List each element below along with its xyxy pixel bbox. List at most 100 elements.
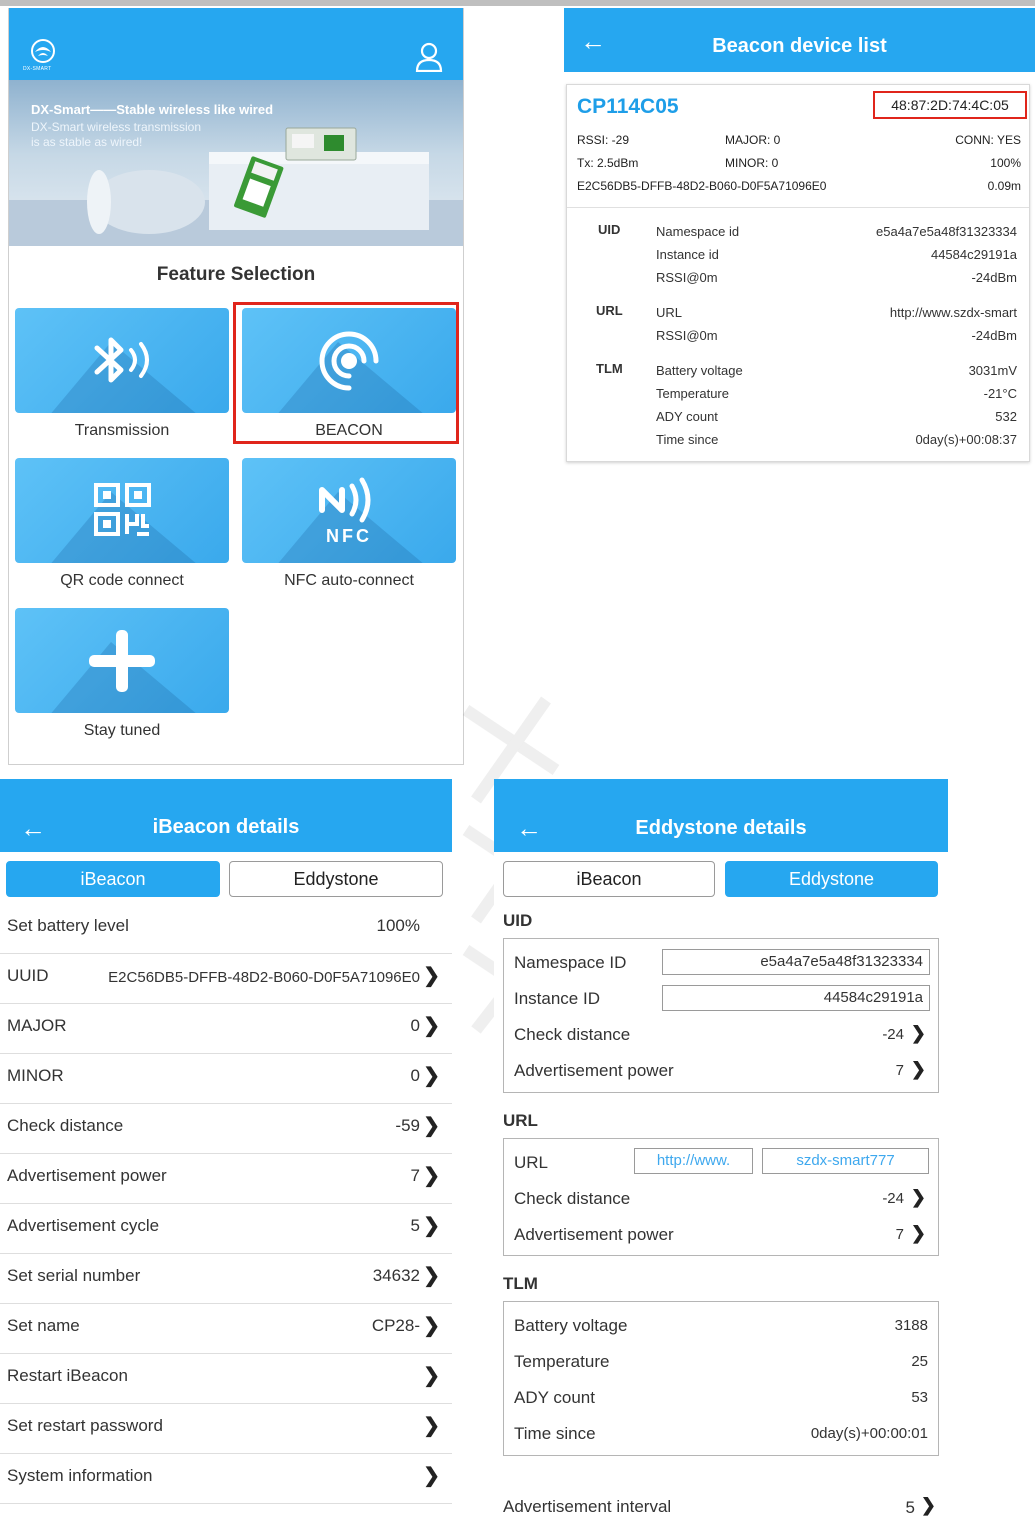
restart-ibeacon-row[interactable]: Restart iBeacon ❯ bbox=[0, 1353, 452, 1404]
device-card[interactable]: CP114C05 48:87:2D:74:4C:05 RSSI: -29 MAJ… bbox=[566, 84, 1030, 462]
device-list-header: ← Beacon device list bbox=[564, 8, 1035, 72]
app-header: DX-SMART bbox=[9, 8, 463, 80]
ady-count-label: ADY count bbox=[514, 1388, 595, 1407]
chevron-right-icon: ❯ bbox=[423, 965, 440, 987]
chevron-right-icon: ❯ bbox=[423, 1215, 440, 1237]
chevron-right-icon: ❯ bbox=[423, 1065, 440, 1087]
tab-eddystone[interactable]: Eddystone bbox=[229, 861, 443, 897]
nfc-auto-connect-tile[interactable]: NFC bbox=[242, 458, 456, 563]
nfc-icon-text: NFC bbox=[326, 526, 372, 546]
uid-section-box: Namespace ID e5a4a7e5a48f31323334 Instan… bbox=[503, 938, 939, 1093]
namespace-id-label: Namespace ID bbox=[514, 953, 627, 972]
row-value: 7 bbox=[410, 1166, 420, 1185]
url-section-label: URL bbox=[596, 303, 623, 318]
tlm-section-label: TLM bbox=[596, 361, 623, 376]
major-row[interactable]: MAJOR 0 ❯ bbox=[0, 1003, 452, 1054]
battery-level-row[interactable]: Set battery level 100% bbox=[0, 903, 452, 954]
stay-tuned-tile[interactable] bbox=[15, 608, 229, 713]
beacon-device-list-screen: ← Beacon device list CP114C05 48:87:2D:7… bbox=[564, 8, 1035, 463]
eddystone-title: Eddystone details bbox=[635, 817, 807, 839]
device-mac-address: 48:87:2D:74:4C:05 bbox=[873, 91, 1027, 119]
restart-password-row[interactable]: Set restart password ❯ bbox=[0, 1403, 452, 1454]
check-distance-value[interactable]: -24 bbox=[882, 1190, 904, 1207]
url-value: http://www.szdx-smart bbox=[889, 305, 1017, 320]
uuid-row[interactable]: UUID E2C56DB5-DFFB-48D2-B060-D0F5A71096E… bbox=[0, 953, 452, 1004]
qr-code-connect-tile[interactable] bbox=[15, 458, 229, 563]
tab-eddystone[interactable]: Eddystone bbox=[725, 861, 938, 897]
chevron-right-icon: ❯ bbox=[423, 1365, 440, 1387]
tlm-temperature-label: Temperature bbox=[656, 386, 729, 401]
row-value: E2C56DB5-DFFB-48D2-B060-D0F5A71096E0 bbox=[108, 969, 420, 986]
feature-selection-title: Feature Selection bbox=[156, 264, 316, 285]
row-label: Restart iBeacon bbox=[7, 1366, 128, 1385]
advertisement-power-value[interactable]: 7 bbox=[896, 1062, 904, 1079]
uid-rssi-value: -24dBm bbox=[971, 270, 1017, 285]
tlm-battery-value: 3031mV bbox=[968, 363, 1017, 378]
temperature-value: 25 bbox=[911, 1353, 928, 1370]
eddystone-header: ← Eddystone details bbox=[494, 779, 948, 852]
url-rssi-label: RSSI@0m bbox=[656, 328, 718, 343]
instance-id-label: Instance ID bbox=[514, 989, 600, 1008]
advertisement-power-row[interactable]: Advertisement power 7 ❯ bbox=[0, 1153, 452, 1204]
device-distance: 0.09m bbox=[987, 179, 1021, 193]
tab-ibeacon[interactable]: iBeacon bbox=[6, 861, 220, 897]
url-suffix-input[interactable]: szdx-smart777 bbox=[762, 1148, 929, 1174]
battery-voltage-value: 3188 bbox=[894, 1317, 928, 1334]
feature-selection-screen: DX-SMART DX-Smart——Stable wireless like … bbox=[8, 8, 464, 765]
chevron-right-icon[interactable]: ❯ bbox=[911, 1223, 926, 1244]
url-prefix-select[interactable]: http://www. bbox=[634, 1148, 753, 1174]
chevron-right-icon[interactable]: ❯ bbox=[921, 1495, 936, 1516]
transmission-label: Transmission bbox=[74, 422, 170, 439]
check-distance-value[interactable]: -24 bbox=[882, 1026, 904, 1043]
row-label: System information bbox=[7, 1466, 153, 1485]
tlm-battery-label: Battery voltage bbox=[656, 363, 743, 378]
url-section-title: URL bbox=[503, 1111, 538, 1130]
check-distance-row[interactable]: Check distance -59 ❯ bbox=[0, 1103, 452, 1154]
uid-namespace-value: e5a4a7e5a48f31323334 bbox=[876, 224, 1017, 239]
advertisement-cycle-row[interactable]: Advertisement cycle 5 ❯ bbox=[0, 1203, 452, 1254]
row-value: 0 bbox=[410, 1066, 420, 1085]
tlm-ady-count-value: 532 bbox=[995, 409, 1017, 424]
uid-section-title: UID bbox=[503, 911, 533, 930]
battery-voltage-label: Battery voltage bbox=[514, 1316, 628, 1335]
transmission-tile[interactable] bbox=[15, 308, 229, 413]
chevron-right-icon: ❯ bbox=[423, 1265, 440, 1287]
device-uuid: E2C56DB5-DFFB-48D2-B060-D0F5A71096E0 bbox=[577, 179, 827, 193]
chevron-right-icon[interactable]: ❯ bbox=[911, 1059, 926, 1080]
row-label: UUID bbox=[7, 966, 49, 985]
namespace-id-input[interactable]: e5a4a7e5a48f31323334 bbox=[662, 949, 930, 975]
device-tx-power: Tx: 2.5dBm bbox=[577, 156, 639, 170]
row-label: Advertisement cycle bbox=[7, 1216, 160, 1235]
set-name-row[interactable]: Set name CP28- ❯ bbox=[0, 1303, 452, 1354]
system-information-row[interactable]: System information ❯ bbox=[0, 1453, 452, 1504]
advertisement-power-value[interactable]: 7 bbox=[896, 1226, 904, 1243]
device-battery: 100% bbox=[990, 156, 1021, 170]
top-border bbox=[0, 0, 1035, 6]
uid-section-label: UID bbox=[598, 222, 621, 237]
serial-number-row[interactable]: Set serial number 34632 ❯ bbox=[0, 1253, 452, 1304]
uid-rssi-label: RSSI@0m bbox=[656, 270, 718, 285]
qr-code-icon bbox=[94, 483, 151, 536]
advertisement-interval-value[interactable]: 5 bbox=[906, 1498, 915, 1518]
advertisement-power-label: Advertisement power bbox=[514, 1061, 674, 1080]
row-value: 0 bbox=[410, 1016, 420, 1035]
tab-ibeacon[interactable]: iBeacon bbox=[503, 861, 715, 897]
chevron-right-icon: ❯ bbox=[423, 1315, 440, 1337]
time-since-value: 0day(s)+00:00:01 bbox=[810, 1425, 928, 1442]
beacon-highlight-box bbox=[233, 302, 459, 444]
chevron-right-icon[interactable]: ❯ bbox=[911, 1023, 926, 1044]
chevron-right-icon[interactable]: ❯ bbox=[911, 1187, 926, 1208]
device-conn: CONN: YES bbox=[955, 133, 1021, 147]
qr-code-connect-label: QR code connect bbox=[60, 572, 184, 589]
tlm-temperature-value: -21°C bbox=[983, 386, 1017, 401]
eddystone-details-screen: ← Eddystone details iBeacon Eddystone UI… bbox=[494, 779, 948, 1530]
temperature-label: Temperature bbox=[514, 1352, 610, 1371]
row-label: Set battery level bbox=[7, 916, 129, 935]
advertisement-interval-label: Advertisement interval bbox=[503, 1497, 672, 1516]
chevron-right-icon: ❯ bbox=[423, 1465, 440, 1487]
minor-row[interactable]: MINOR 0 ❯ bbox=[0, 1053, 452, 1104]
promo-banner[interactable]: DX-Smart——Stable wireless like wired DX-… bbox=[9, 80, 463, 246]
user-profile-icon[interactable] bbox=[415, 42, 443, 72]
ibeacon-title: iBeacon details bbox=[152, 816, 300, 838]
instance-id-input[interactable]: 44584c29191a bbox=[662, 985, 930, 1011]
